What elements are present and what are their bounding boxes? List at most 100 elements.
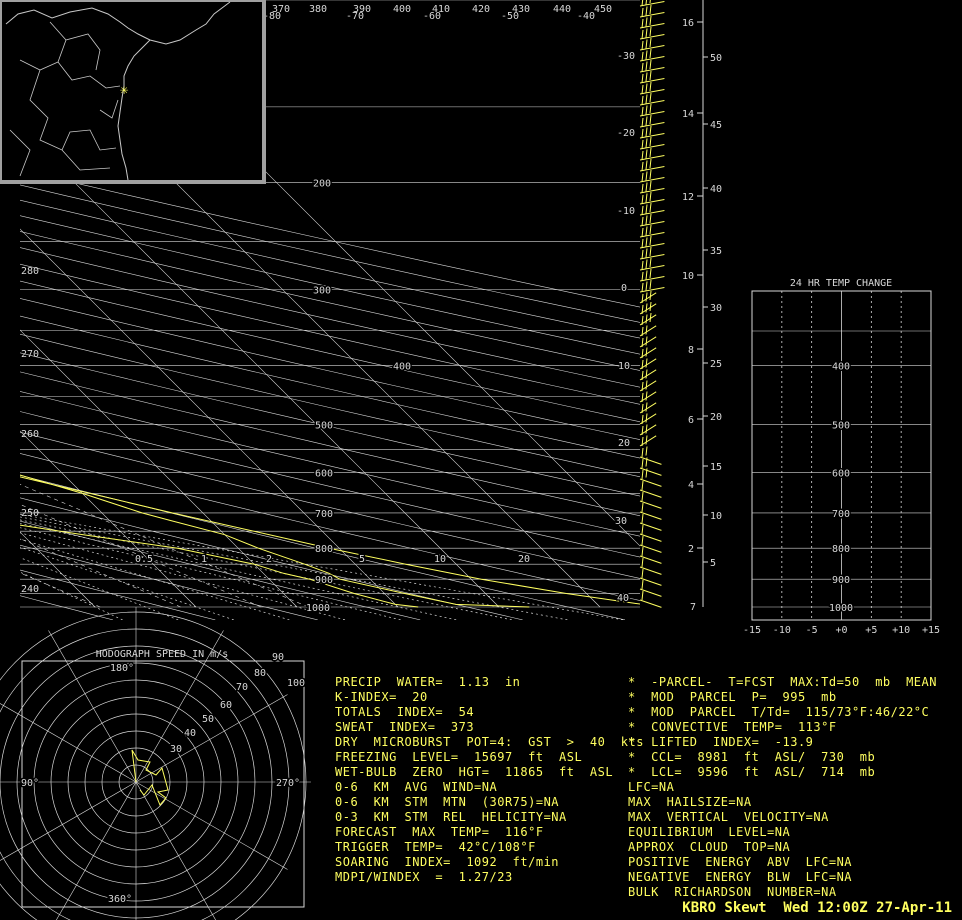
theta-label: 270 [21,349,39,360]
wind-barb [639,0,665,7]
wind-barb [639,413,657,425]
stat-line: EQUILIBRIUM LEVEL=NA [628,825,791,839]
hodograph-direction-label: 360° [108,894,132,905]
temp-change-panel: 24 HR TEMP CHANGE -15 -10 -5 +0 +5 +10 +15 400 5… [743,278,940,636]
temp-label: 40 [617,593,629,604]
wind-barb [639,557,662,575]
theta-label: 420 [472,4,490,15]
pressure-label: 900 [315,575,333,586]
wind-barb [639,15,665,29]
height-km-label: 16 [682,18,694,29]
hodograph-ring-label: 60 [220,700,232,711]
temp-label: 10 [618,361,630,372]
stat-line: * CONVECTIVE TEMP= 113°F [628,720,837,734]
wind-barb [639,568,662,586]
height-kft-label: 45 [710,120,722,131]
wind-barb [639,202,665,216]
stat-line: * MOD PARCEL T/Td= 115/73°F:46/22°C [628,705,930,719]
hodograph-direction-label: 270° [276,778,300,789]
stat-line: 0-6 KM AVG WIND=NA [335,780,498,794]
stat-line: BULK RICHARDSON NUMBER=NA [628,885,837,899]
stat-line: * CCL= 8981 ft ASL/ 730 mb [628,750,876,764]
height-kft-label: 35 [710,246,722,257]
height-kft-label: 30 [710,303,722,314]
temp-label: -60 [423,11,441,22]
temp-change-x-label: +15 [922,625,940,636]
height-bottom-label: 7 [690,602,696,613]
temp-label: -20 [617,128,635,139]
temp-label: -50 [501,11,519,22]
height-scale: 16 14 12 10 8 6 4 2 50 45 40 35 30 25 20 15 10 5 7 [682,0,722,613]
mixing-ratio-label: 1 [201,554,207,565]
pressure-label: 300 [313,286,331,297]
height-km-label: 10 [682,271,694,282]
height-kft-label: 20 [710,412,722,423]
hodograph-title: HODOGRAPH SPEED IN m/s [96,649,228,660]
wind-barb [639,380,657,392]
stat-line: WET-BULB ZERO HGT= 11865 ft ASL [335,765,614,779]
stat-line: * MOD PARCEL P= 995 mb [628,690,837,704]
moist-adiabat [20,546,234,620]
temp-label: 30 [615,516,627,527]
wind-barb [639,402,657,414]
stat-line: FORECAST MAX TEMP= 116°F [335,825,544,839]
hodograph-ring [0,628,290,920]
height-kft-label: 10 [710,511,722,522]
wind-barb [639,524,662,542]
pressure-label: 500 [315,420,333,431]
pressure-label: 700 [315,509,333,520]
mixing-ratio-label: 0.5 [135,554,153,565]
pressure-label: 400 [393,361,411,372]
wind-barb [639,268,665,282]
wind-barb [639,59,665,73]
temp-label: -30 [617,51,635,62]
height-km-label: 8 [688,345,694,356]
hodograph-ring-label: 40 [184,728,196,739]
inset-map: ✳ [0,0,266,184]
temp-label: 20 [618,438,630,449]
theta-label: 400 [393,4,411,15]
temp-change-title: 24 HR TEMP CHANGE [790,278,892,289]
temp-label: -10 [617,206,635,217]
wind-barb [639,513,662,531]
height-kft-label: 15 [710,462,722,473]
temp-change-x-label: -15 [743,625,761,636]
mixing-ratio-label: 10 [434,554,446,565]
hodograph-ring-label: 70 [236,682,248,693]
moist-adiabat [20,516,568,620]
mixing-ratio-line [20,504,262,608]
wind-barb [639,535,662,553]
wind-barb [639,369,657,381]
height-kft-label: 5 [710,558,716,569]
wind-barb [639,590,662,608]
wind-barb [639,4,665,18]
stats-left: PRECIP WATER= 1.13 in K-INDEX= 20 TOTALS I… [335,645,644,900]
footer-title: KBRO Skewt Wed 12:00Z 27-Apr-11 [682,900,952,916]
temp-change-y-label: 600 [832,468,850,479]
stat-line: 0-3 KM STM REL HELICITY=NA [335,810,567,824]
stat-line: FREEZING LEVEL= 15697 ft ASL [335,750,583,764]
stat-line: K-INDEX= 20 [335,690,428,704]
hodograph: HODOGRAPH SPEED IN m/s 3040 50 60 70 80 90 100… [0,607,311,920]
wind-barb [639,435,657,447]
wind-barb [639,81,665,95]
stat-line: LFC=NA [628,780,675,794]
stat-line: TRIGGER TEMP= 42°C/108°F [335,840,536,854]
stat-line: MDPI/WINDEX = 1.27/23 [335,870,513,884]
temp-change-x-label: +10 [892,625,910,636]
wind-barb [639,347,657,359]
hodograph-ring-label: 100 [287,678,305,689]
wind-barb [639,279,665,293]
wind-barb [639,70,665,84]
wind-barb [639,37,665,51]
wind-barb [639,312,657,326]
temp-label: -70 [346,11,364,22]
mixing-ratio-line [20,484,309,608]
temp-change-y-label: 1000 [829,603,853,614]
wind-barb [639,336,657,348]
stat-line: * -PARCEL- T=FCST MAX:Td=50 mb MEAN [628,675,937,689]
stats-right: * -PARCEL- T=FCST MAX:Td=50 mb MEAN * MOD… [628,645,937,915]
temp-change-y-label: 800 [832,544,850,555]
station-marker: ✳ [120,82,129,98]
hodograph-ring-label: 90 [272,652,284,663]
